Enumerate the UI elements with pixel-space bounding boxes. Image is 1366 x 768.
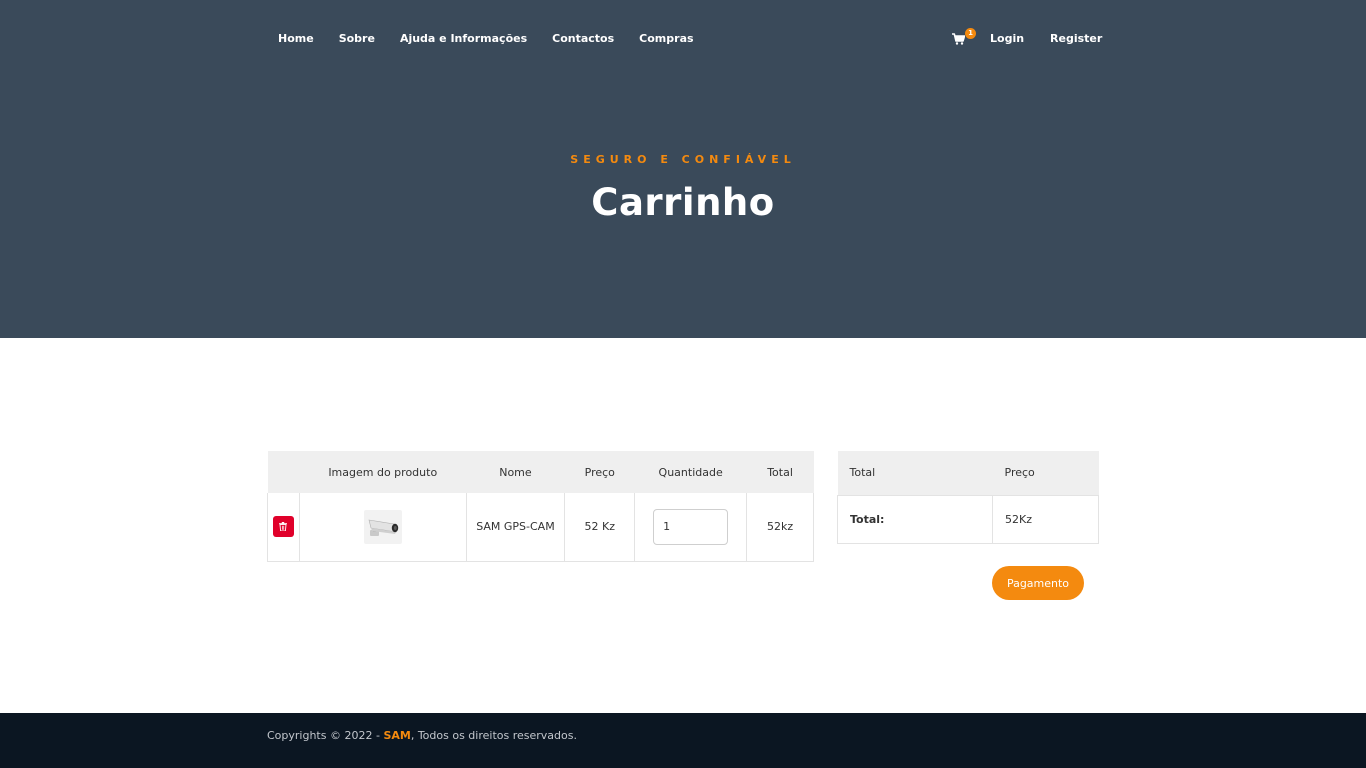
cart-table-header: Imagem do produto Nome Preço Quantidade … bbox=[267, 451, 814, 493]
price-cell: 52 Kz bbox=[564, 493, 636, 562]
summary-header-price: Preço bbox=[992, 451, 1099, 495]
summary-total-label: Total: bbox=[837, 494, 993, 544]
quantity-cell bbox=[634, 493, 748, 562]
name-cell: SAM GPS-CAM bbox=[465, 493, 566, 562]
page-title: Carrinho bbox=[591, 181, 775, 224]
login-link[interactable]: Login bbox=[990, 31, 1024, 47]
nav-sobre[interactable]: Sobre bbox=[339, 31, 375, 47]
summary-header: Total Preço bbox=[837, 451, 1099, 495]
header-quantity: Quantidade bbox=[634, 451, 747, 493]
cart-count-badge: 1 bbox=[965, 28, 976, 39]
nav-home[interactable]: Home bbox=[278, 31, 314, 47]
product-image bbox=[363, 509, 402, 544]
hero-header: Home Sobre Ajuda e Informações Contactos… bbox=[0, 0, 1366, 338]
header-delete bbox=[267, 451, 300, 493]
footer-brand[interactable]: SAM bbox=[383, 729, 410, 742]
copyright-prefix: Copyrights © 2022 - bbox=[267, 729, 384, 742]
nav-ajuda[interactable]: Ajuda e Informações bbox=[400, 31, 527, 47]
copyright-suffix: , Todos os direitos reservados. bbox=[410, 729, 577, 742]
cart-summary-table: Total Preço Total: 52Kz bbox=[837, 451, 1099, 544]
summary-total-value: 52Kz bbox=[992, 494, 1099, 544]
header-name: Nome bbox=[466, 451, 565, 493]
trash-icon bbox=[279, 522, 288, 532]
summary-row: Total: 52Kz bbox=[837, 494, 1099, 544]
header-total: Total bbox=[746, 451, 814, 493]
cart-icon bbox=[952, 33, 965, 45]
account-nav: 1 Login Register bbox=[952, 28, 1102, 47]
footer: Copyrights © 2022 - SAM, Todos os direit… bbox=[0, 713, 1366, 768]
cart-button[interactable]: 1 bbox=[952, 28, 976, 47]
nav-contactos[interactable]: Contactos bbox=[552, 31, 614, 47]
nav-compras[interactable]: Compras bbox=[639, 31, 693, 47]
table-row: SAM GPS-CAM 52 Kz 52kz bbox=[267, 493, 814, 562]
cart-table: Imagem do produto Nome Preço Quantidade … bbox=[267, 451, 814, 562]
remove-item-button[interactable] bbox=[272, 516, 294, 538]
camera-product-image bbox=[368, 519, 398, 536]
header-image: Imagem do produto bbox=[299, 451, 467, 493]
register-link[interactable]: Register bbox=[1050, 31, 1102, 47]
header-price: Preço bbox=[564, 451, 635, 493]
quantity-input[interactable] bbox=[653, 508, 729, 545]
total-cell: 52kz bbox=[746, 493, 814, 562]
copyright-text: Copyrights © 2022 - SAM, Todos os direit… bbox=[267, 729, 577, 742]
main-nav: Home Sobre Ajuda e Informações Contactos… bbox=[278, 31, 719, 47]
payment-button[interactable]: Pagamento bbox=[992, 566, 1084, 600]
delete-cell bbox=[267, 493, 300, 562]
summary-header-total: Total bbox=[837, 451, 993, 495]
image-cell bbox=[298, 493, 467, 562]
hero-tagline: SEGURO E CONFIÁVEL bbox=[570, 153, 796, 166]
